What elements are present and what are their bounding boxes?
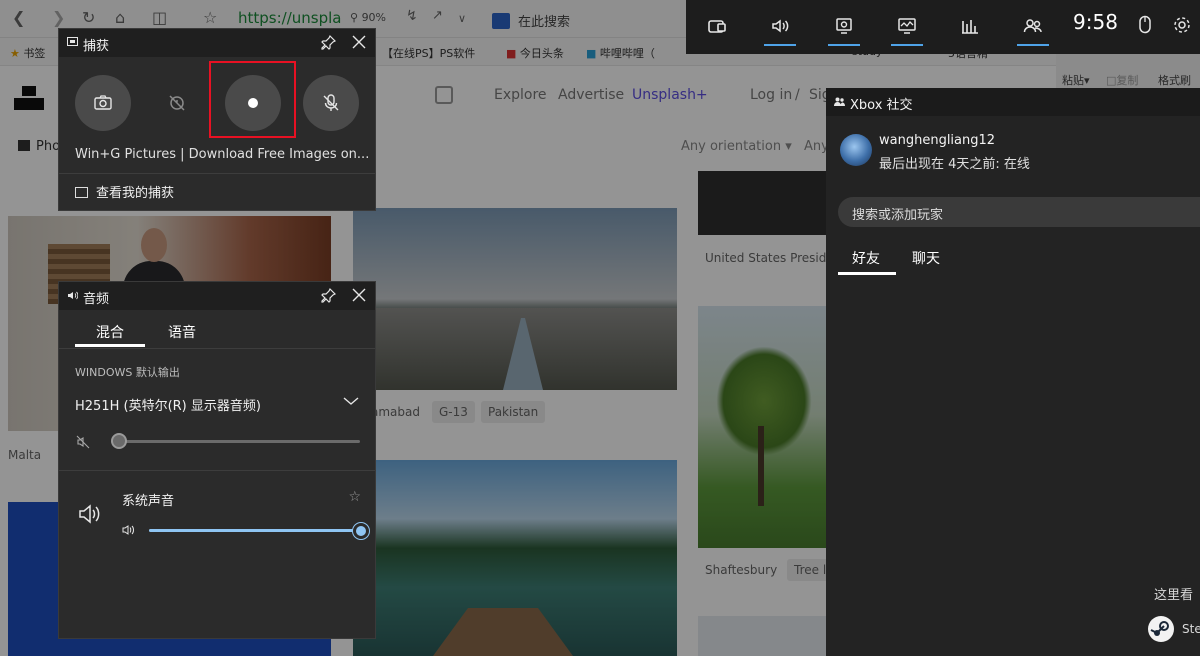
resources-widget-button[interactable] [939, 0, 1001, 52]
xbox-game-bar: 9:58 [686, 0, 1200, 54]
system-sounds-icon [79, 504, 100, 524]
avatar[interactable] [840, 134, 872, 166]
capture-title: 捕获 [83, 39, 110, 54]
divider [59, 470, 375, 471]
steam-icon[interactable] [1148, 616, 1174, 642]
username: wanghengliang12 [879, 133, 996, 148]
divider [59, 348, 375, 349]
performance-widget-button[interactable] [876, 0, 938, 52]
search-placeholder: 搜索或添加玩家 [852, 208, 944, 223]
slider-thumb[interactable] [353, 523, 369, 539]
empty-hint: 这里看 [1154, 588, 1194, 603]
output-device-select[interactable]: H251H (英特尔(R) 显示器音频) [75, 395, 261, 414]
widget-menu-icon [708, 20, 726, 33]
capture-icon [836, 18, 852, 34]
close-icon[interactable] [351, 34, 367, 50]
social-widget-button[interactable] [1002, 0, 1064, 52]
widget-menu-button[interactable] [686, 0, 748, 52]
close-icon[interactable] [351, 287, 367, 303]
audio-title: 音频 [83, 292, 110, 307]
mouse-icon [1139, 15, 1151, 34]
clock: 9:58 [1073, 10, 1118, 34]
tab-chat[interactable]: 聊天 [912, 248, 940, 268]
screenshot-button[interactable] [75, 75, 131, 131]
mute-icon[interactable] [76, 435, 90, 449]
steam-label[interactable]: Ste [1182, 622, 1200, 636]
mouse-button[interactable] [1138, 15, 1152, 39]
gear-icon [1174, 17, 1190, 33]
active-tab-indicator [75, 344, 145, 347]
device-volume-slider[interactable] [111, 432, 360, 452]
audio-icon [772, 19, 789, 33]
social-icon [1023, 19, 1042, 33]
gallery-icon [75, 187, 88, 198]
capture-widget-icon [67, 37, 78, 46]
show-captures-link[interactable]: 查看我的捕获 [75, 182, 174, 201]
system-sounds-label: 系统声音 [122, 494, 175, 509]
tab-mix[interactable]: 混合 [96, 322, 124, 342]
social-icon [834, 97, 845, 106]
pin-icon[interactable] [321, 34, 337, 50]
capture-header[interactable]: 捕获 [59, 29, 375, 57]
volume-icon[interactable] [122, 524, 136, 536]
chevron-down-icon[interactable] [343, 394, 359, 408]
capture-widget-button[interactable] [813, 0, 875, 52]
mic-toggle-button[interactable] [303, 75, 359, 131]
search-players-input[interactable]: 搜索或添加玩家 [838, 197, 1200, 227]
pin-icon[interactable] [321, 287, 337, 303]
record-last-30s-button[interactable] [149, 75, 205, 131]
divider [59, 173, 375, 174]
speaker-icon [68, 291, 78, 300]
steam-logo [1149, 617, 1173, 641]
audio-widget: 音频 混合 语音 WINDOWS 默认输出 H251H (英特尔(R) 显示器音… [58, 281, 376, 639]
camera-icon [94, 95, 112, 110]
favorite-star-icon[interactable]: ☆ [348, 489, 361, 505]
record-last-icon [169, 95, 185, 111]
mic-off-icon [323, 94, 339, 111]
capture-widget: 捕获 Win+G Pictures | Download Free Images… [58, 28, 376, 211]
show-captures-label: 查看我的捕获 [96, 186, 175, 201]
resources-icon [962, 20, 978, 34]
tab-friends[interactable]: 好友 [852, 248, 880, 268]
settings-button[interactable] [1172, 15, 1192, 39]
tab-voice[interactable]: 语音 [168, 322, 196, 342]
audio-header[interactable]: 音频 [59, 282, 375, 310]
slider-fill [149, 529, 361, 532]
xbox-social-widget: Xbox 社交 wanghengliang12 最后出现在 4天之前: 在线 搜… [826, 88, 1200, 656]
social-title: Xbox 社交 [850, 98, 913, 113]
capture-game-title: Win+G Pictures | Download Free Images on… [75, 147, 370, 162]
windows-output-label: WINDOWS 默认输出 [75, 366, 180, 379]
audio-widget-button[interactable] [749, 0, 811, 52]
system-volume-slider[interactable] [149, 521, 369, 541]
presence-status: 最后出现在 4天之前: 在线 [879, 157, 1030, 172]
record-highlight-box [209, 61, 296, 138]
active-tab-indicator [838, 272, 896, 275]
social-header[interactable]: Xbox 社交 [826, 88, 1200, 116]
slider-thumb[interactable] [111, 433, 127, 449]
performance-icon [898, 18, 916, 34]
